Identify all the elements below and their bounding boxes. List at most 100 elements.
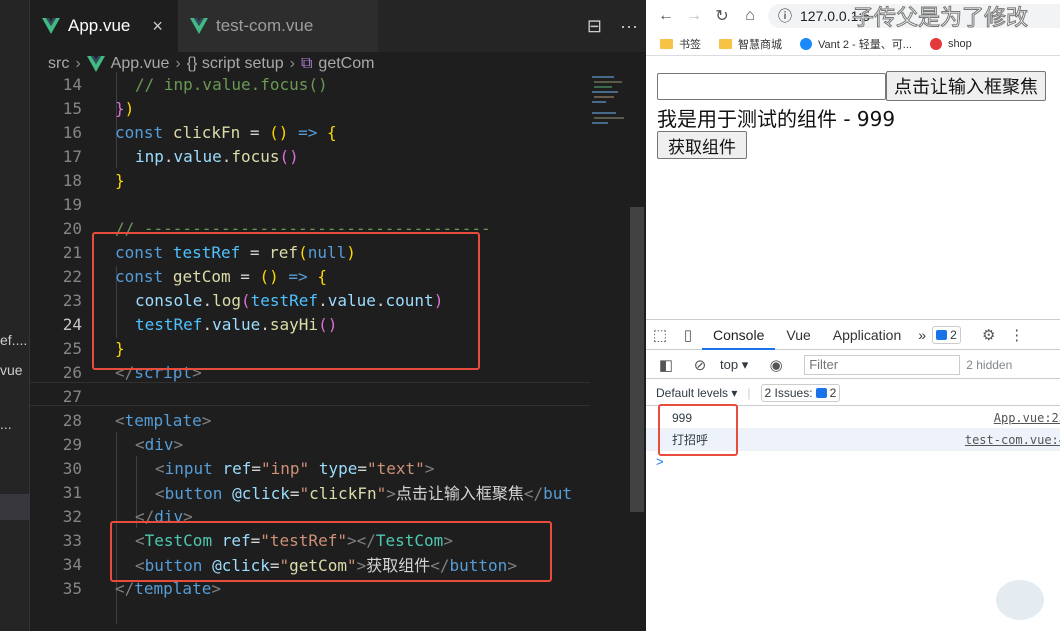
video-caption: 子传父是为了修改 [851,6,1029,32]
minimap[interactable] [590,72,630,162]
breadcrumb-scope[interactable]: {} script setup [187,55,284,73]
console-toolbar: ◧ ⊘ top ▾ ◉ 2 hidden [646,351,1060,379]
folder-icon [660,38,673,49]
line-number: 26 [62,362,82,382]
vue-file-icon [86,56,105,72]
breadcrumb-folder[interactable]: src [48,55,69,73]
chevron-right-icon: › [175,55,181,72]
line-number: 19 [62,194,82,214]
line-number: 28 [62,410,82,430]
site-info-icon[interactable]: ⓘ [778,6,792,26]
explorer-sidebar[interactable]: ef.... vue ... [0,0,30,631]
close-icon[interactable]: × [152,16,163,37]
line-number: 20 [62,218,82,238]
sidebar-fragment[interactable]: ef.... [0,332,30,348]
inspect-element-icon[interactable]: ⬚ [646,326,674,344]
back-icon[interactable]: ← [652,7,680,25]
vue-file-icon [190,18,208,34]
shop-icon [929,37,942,50]
component-text: 我是用于测试的组件 - 999 [657,107,896,131]
code-line[interactable]: 15}) [30,96,590,120]
bookmarks-bar: 书签 智慧商城 Vant 2 - 轻量、可... shop [646,32,1060,56]
split-editor-icon[interactable]: ⊟ [587,16,602,37]
tab-application[interactable]: Application [822,320,913,350]
code-line[interactable]: 27 [30,384,590,408]
bookmark-item[interactable]: Vant 2 - 轻量、可... [800,36,912,52]
code-line[interactable]: 28 <template> [30,408,590,432]
reload-icon[interactable]: ↻ [708,6,736,26]
line-number: 18 [62,170,82,190]
line-number: 35 [62,578,82,598]
editor-tabbar: App.vue × test-com.vue ⊟ ··· [30,0,646,52]
log-source-link[interactable]: App.vue:23 [994,411,1060,425]
tab-vue[interactable]: Vue [775,320,821,350]
sidebar-fragment[interactable]: ... [0,416,30,432]
annotation-box-template [110,521,552,582]
line-number: 29 [62,434,82,454]
issues-button[interactable]: 2 Issues: 2 [760,383,841,402]
code-line[interactable]: 19 [30,192,590,216]
code-line[interactable]: 31 <button @click="clickFn">点击让输入框聚焦</but [30,480,590,504]
sidebar-selected-item[interactable] [0,494,30,520]
bookmark-label: shop [947,37,972,50]
device-toolbar-icon[interactable]: ▯ [674,326,702,344]
focus-input-button[interactable]: 点击让输入框聚焦 [886,71,1046,101]
filter-input[interactable] [804,354,961,375]
annotation-box-logs [658,404,738,456]
more-options-icon[interactable]: ⋮ [1003,326,1031,344]
browser-window: ← → ↻ ⌂ ⓘ 127.0.0.1:5 子传父是为了修改 书签 智慧商城 V… [646,0,1060,631]
code-line[interactable]: 14// inp.value.focus() [30,72,590,96]
browser-toolbar: ← → ↻ ⌂ ⓘ 127.0.0.1:5 子传父是为了修改 [646,0,1060,32]
clear-console-icon[interactable]: ⊘ [686,356,714,374]
bookmark-label: 智慧商城 [738,38,782,51]
tab-console[interactable]: Console [702,320,776,350]
line-number: 32 [62,506,82,526]
line-number: 33 [62,530,82,550]
annotation-box-script [92,232,480,370]
forward-icon[interactable]: → [680,7,708,25]
settings-gear-icon[interactable]: ⚙ [975,326,1003,344]
sidebar-toggle-icon[interactable]: ◧ [652,356,680,374]
scrollbar-thumb[interactable] [630,207,644,512]
tab-label: App.vue [68,16,131,35]
breadcrumb-symbol[interactable]: getCom [318,55,374,73]
text-input[interactable] [657,73,886,100]
line-number: 30 [62,458,82,478]
tab-test-com-vue[interactable]: test-com.vue [178,0,378,52]
bookmark-label: Vant 2 - 轻量、可... [818,38,912,51]
code-area[interactable]: 14// inp.value.focus() 15}) 16 const clic… [30,72,590,631]
issues-badge[interactable]: 2 [932,325,961,344]
line-number: 17 [62,146,82,166]
bookmark-item[interactable]: shop [929,37,972,50]
devtools-tabbar: ⬚ ▯ Console Vue Application » 2 ⚙ ⋮ [646,320,1060,350]
context-select[interactable]: top ▾ [720,357,748,373]
log-levels-bar: Default levels ▾ | 2 Issues: 2 [646,380,1060,406]
bookmark-item[interactable]: 书签 [660,36,701,52]
more-actions-icon[interactable]: ··· [620,16,638,37]
console-prompt[interactable]: > [656,454,664,469]
code-line[interactable]: 30 <input ref="inp" type="text"> [30,456,590,480]
levels-dropdown[interactable]: Default levels ▾ [656,386,737,400]
line-number: 16 [62,122,82,142]
eye-icon[interactable]: ◉ [762,356,790,374]
code-line[interactable]: 17 inp.value.focus() [30,144,590,168]
chevron-right-icon: › [75,55,81,72]
chevron-right-icon: › [289,55,295,72]
sidebar-fragment[interactable]: vue [0,362,30,378]
log-source-link[interactable]: test-com.vue:4 [965,433,1060,447]
code-line[interactable]: 29 <div> [30,432,590,456]
code-line[interactable]: 16 const clickFn = () => { [30,120,590,144]
breadcrumb-file[interactable]: App.vue [111,55,170,73]
folder-icon [719,38,732,49]
message-icon [936,329,948,340]
bookmark-item[interactable]: 智慧商城 [719,36,782,52]
tab-app-vue[interactable]: App.vue × [30,0,178,52]
code-editor[interactable]: ef.... vue ... App.vue × test-com.vue ⊟ … [0,0,646,631]
get-component-button[interactable]: 获取组件 [657,131,747,159]
tab-label: test-com.vue [216,16,314,35]
code-line[interactable]: 18} [30,168,590,192]
home-icon[interactable]: ⌂ [736,7,764,25]
more-tabs-icon[interactable]: » [912,320,932,350]
line-number: 27 [62,386,82,406]
editor-scrollbar[interactable] [630,72,646,631]
